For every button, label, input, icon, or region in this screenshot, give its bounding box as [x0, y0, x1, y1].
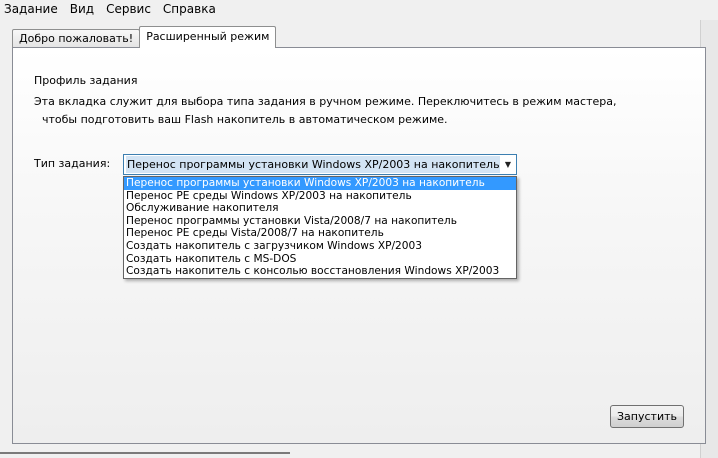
dropdown-option[interactable]: Перенос программы установки Vista/2008/7…: [124, 215, 516, 228]
task-type-selected-value: Перенос программы установки Windows XP/2…: [126, 156, 500, 173]
tab-panel-advanced: Профиль задания Эта вкладка служит для в…: [12, 47, 706, 444]
dropdown-option[interactable]: Обслуживание накопителя: [124, 202, 516, 215]
chevron-down-icon[interactable]: ▼: [500, 155, 516, 174]
menu-task[interactable]: Задание: [0, 0, 64, 20]
dropdown-option[interactable]: Создать накопитель с консолью восстановл…: [124, 265, 516, 278]
dropdown-option[interactable]: Перенос PE среды Windows XP/2003 на нако…: [124, 190, 516, 203]
dropdown-option[interactable]: Создать накопитель с загрузчиком Windows…: [124, 240, 516, 253]
tab-strip: Добро пожаловать! Расширенный режим: [12, 26, 277, 48]
tab-advanced-mode[interactable]: Расширенный режим: [139, 26, 277, 48]
menu-service[interactable]: Сервис: [100, 0, 157, 20]
run-button[interactable]: Запустить: [610, 405, 684, 428]
task-type-label: Тип задания:: [34, 157, 111, 170]
menu-help[interactable]: Справка: [157, 0, 222, 20]
dropdown-option[interactable]: Перенос PE среды Vista/2008/7 на накопит…: [124, 227, 516, 240]
description-line-2: чтобы подготовить ваш Flash накопитель в…: [42, 113, 448, 126]
dropdown-option[interactable]: Перенос программы установки Windows XP/2…: [124, 177, 516, 190]
menu-view[interactable]: Вид: [64, 0, 100, 20]
tab-welcome[interactable]: Добро пожаловать!: [12, 29, 141, 48]
description-line-1: Эта вкладка служит для выбора типа задан…: [34, 95, 617, 108]
bottom-divider: [0, 452, 290, 454]
app-window: Задание Вид Сервис Справка Добро пожалов…: [0, 0, 718, 458]
task-type-select[interactable]: Перенос программы установки Windows XP/2…: [123, 154, 517, 175]
dropdown-option[interactable]: Создать накопитель с MS-DOS: [124, 253, 516, 266]
section-title: Профиль задания: [34, 74, 138, 87]
task-type-dropdown-list: Перенос программы установки Windows XP/2…: [123, 176, 517, 279]
menu-bar: Задание Вид Сервис Справка: [0, 0, 718, 20]
